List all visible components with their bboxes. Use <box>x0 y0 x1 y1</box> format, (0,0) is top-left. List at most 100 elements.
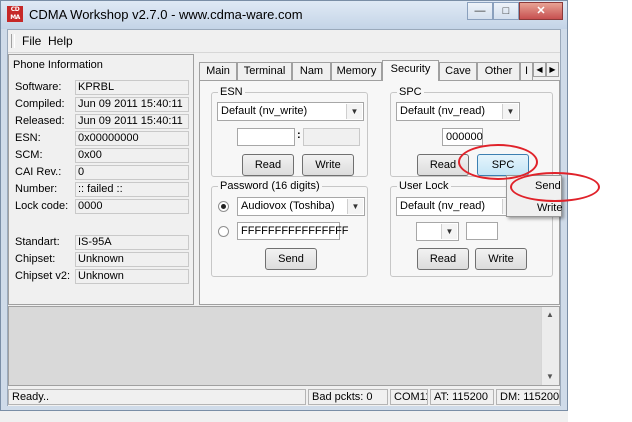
user-lock-read-button[interactable]: Read <box>417 248 469 270</box>
maximize-button[interactable]: □ <box>493 2 519 20</box>
com-port: COM11 <box>390 389 428 405</box>
info-label: Chipset: <box>15 253 56 265</box>
esn-separator: : <box>297 129 301 141</box>
radio-selected-dot <box>221 204 226 209</box>
desktop-background <box>568 0 632 422</box>
tab-memory[interactable]: Memory <box>331 62 382 80</box>
spc-group: SPC Default (nv_read) ▼ 000000 Read SPC <box>390 86 553 177</box>
chevron-down-icon: ▼ <box>441 224 457 239</box>
info-value: 0x00000000 <box>75 131 189 146</box>
esn-mode-select[interactable]: Default (nv_write) ▼ <box>217 102 364 121</box>
scroll-down-icon[interactable]: ▼ <box>542 369 558 385</box>
password-group-title: Password (16 digits) <box>218 180 322 192</box>
spc-group-title: SPC <box>397 86 424 98</box>
info-value: :: failed :: <box>75 182 189 197</box>
chevron-down-icon: ▼ <box>346 104 362 119</box>
window-title: CDMA Workshop v2.7.0 - www.cdma-ware.com <box>29 7 303 22</box>
info-value: 0000 <box>75 199 189 214</box>
info-label: ESN: <box>15 132 41 144</box>
context-menu-write[interactable]: Write <box>537 202 562 214</box>
info-label: Compiled: <box>15 98 65 110</box>
password-option-2-radio[interactable] <box>218 226 229 237</box>
tab-security[interactable]: Security <box>382 60 439 81</box>
app-window: CD MA CDMA Workshop v2.7.0 - www.cdma-war… <box>0 0 568 411</box>
phone-information-title: Phone Information <box>13 59 103 71</box>
user-lock-value-select[interactable]: ▼ <box>416 222 459 241</box>
esn-write-button[interactable]: Write <box>302 154 354 176</box>
user-lock-write-button[interactable]: Write <box>475 248 527 270</box>
password-preset-value: Audiovox (Toshiba) <box>241 200 335 212</box>
tab-nam[interactable]: Nam <box>292 62 331 80</box>
scroll-up-icon[interactable]: ▲ <box>542 307 558 323</box>
tab-overflow[interactable]: I <box>520 62 533 80</box>
spc-mode-select[interactable]: Default (nv_read) ▼ <box>396 102 520 121</box>
tab-main[interactable]: Main <box>199 62 237 80</box>
info-row: Released: Jun 09 2011 15:40:11 <box>13 114 191 131</box>
dm-baud-rate: DM: 115200 <box>496 389 560 405</box>
menu-help[interactable]: Help <box>48 34 73 48</box>
tab-scroll-left-icon[interactable]: ◀ <box>533 62 546 77</box>
info-row: Lock code: 0000 <box>13 199 191 216</box>
user-lock-mode-select[interactable]: Default (nv_read)▼ <box>396 197 520 216</box>
user-lock-group-title: User Lock <box>397 180 451 192</box>
esn-read-button[interactable]: Read <box>242 154 294 176</box>
status-bar: Ready.. Bad pckts: 0 COM11 AT: 115200 DM… <box>8 388 560 406</box>
info-row: CAI Rev.: 0 <box>13 165 191 182</box>
password-preset-select[interactable]: Audiovox (Toshiba) ▼ <box>237 197 365 216</box>
menu-bar: File Help <box>8 30 560 53</box>
info-label: Standart: <box>15 236 60 248</box>
info-label: Released: <box>15 115 65 127</box>
info-value: Unknown <box>75 252 189 267</box>
spc-code-field[interactable]: 000000 <box>442 128 483 146</box>
close-button[interactable]: ✕ <box>519 2 563 20</box>
password-option-1-radio[interactable] <box>218 201 229 212</box>
esn-field-2[interactable] <box>303 128 360 146</box>
tab-other[interactable]: Other <box>477 62 520 80</box>
info-value: Jun 09 2011 15:40:11 <box>75 97 189 112</box>
info-value: 0x00 <box>75 148 189 163</box>
tab-scroll-right-icon[interactable]: ▶ <box>546 62 559 77</box>
spc-send-button[interactable]: SPC <box>477 154 529 176</box>
info-value: Unknown <box>75 269 189 284</box>
title-bar[interactable]: CD MA CDMA Workshop v2.7.0 - www.cdma-war… <box>1 1 567 29</box>
context-menu-send[interactable]: Send <box>535 180 561 192</box>
chevron-down-icon: ▼ <box>502 104 518 119</box>
user-lock-field[interactable] <box>466 222 498 240</box>
menu-grip <box>11 34 15 48</box>
esn-field-1[interactable] <box>237 128 295 146</box>
info-value: 0 <box>75 165 189 180</box>
spc-context-menu: Send Write <box>506 175 562 217</box>
info-row: ESN: 0x00000000 <box>13 131 191 148</box>
spc-mode-value: Default (nv_read) <box>400 105 485 117</box>
menu-file[interactable]: File <box>22 34 41 48</box>
client-area: File Help Phone Information Software: KPR… <box>7 29 561 406</box>
bad-packets-count: Bad pckts: 0 <box>308 389 388 405</box>
tab-terminal[interactable]: Terminal <box>237 62 292 80</box>
tab-scroll-arrows: ◀ ▶ <box>533 62 559 77</box>
info-row: Standart: IS-95A <box>13 235 191 252</box>
app-logo-icon: CD MA <box>7 6 23 22</box>
info-label: CAI Rev.: <box>15 166 62 178</box>
chevron-down-icon: ▼ <box>347 199 363 214</box>
info-row: Chipset: Unknown <box>13 252 191 269</box>
info-row: Software: KPRBL <box>13 80 191 97</box>
log-scrollbar[interactable]: ▲ ▼ <box>541 307 559 385</box>
info-label: SCM: <box>15 149 43 161</box>
info-value: IS-95A <box>75 235 189 250</box>
tab-cave[interactable]: Cave <box>439 62 477 80</box>
phone-information-panel: Phone Information Software: KPRBL Compile… <box>8 54 194 305</box>
info-row: Number::: failed :: <box>13 182 191 199</box>
esn-mode-value: Default (nv_write) <box>221 105 308 117</box>
at-baud-rate: AT: 115200 <box>430 389 494 405</box>
user-lock-mode-value: Default (nv_read) <box>400 200 485 212</box>
log-output-area[interactable]: ▲ ▼ <box>8 306 560 386</box>
info-value: KPRBL <box>75 80 189 95</box>
minimize-button[interactable]: — <box>467 2 493 20</box>
esn-group: ESN Default (nv_write) ▼ : Read Write <box>211 86 368 177</box>
info-label: Number: <box>15 183 58 195</box>
password-group: Password (16 digits) Audiovox (Toshiba) ▼… <box>211 180 368 277</box>
password-custom-field[interactable]: FFFFFFFFFFFFFFFF <box>237 222 349 240</box>
spc-read-button[interactable]: Read <box>417 154 469 176</box>
info-row: Chipset v2: Unknown <box>13 269 191 286</box>
password-send-button[interactable]: Send <box>265 248 317 270</box>
